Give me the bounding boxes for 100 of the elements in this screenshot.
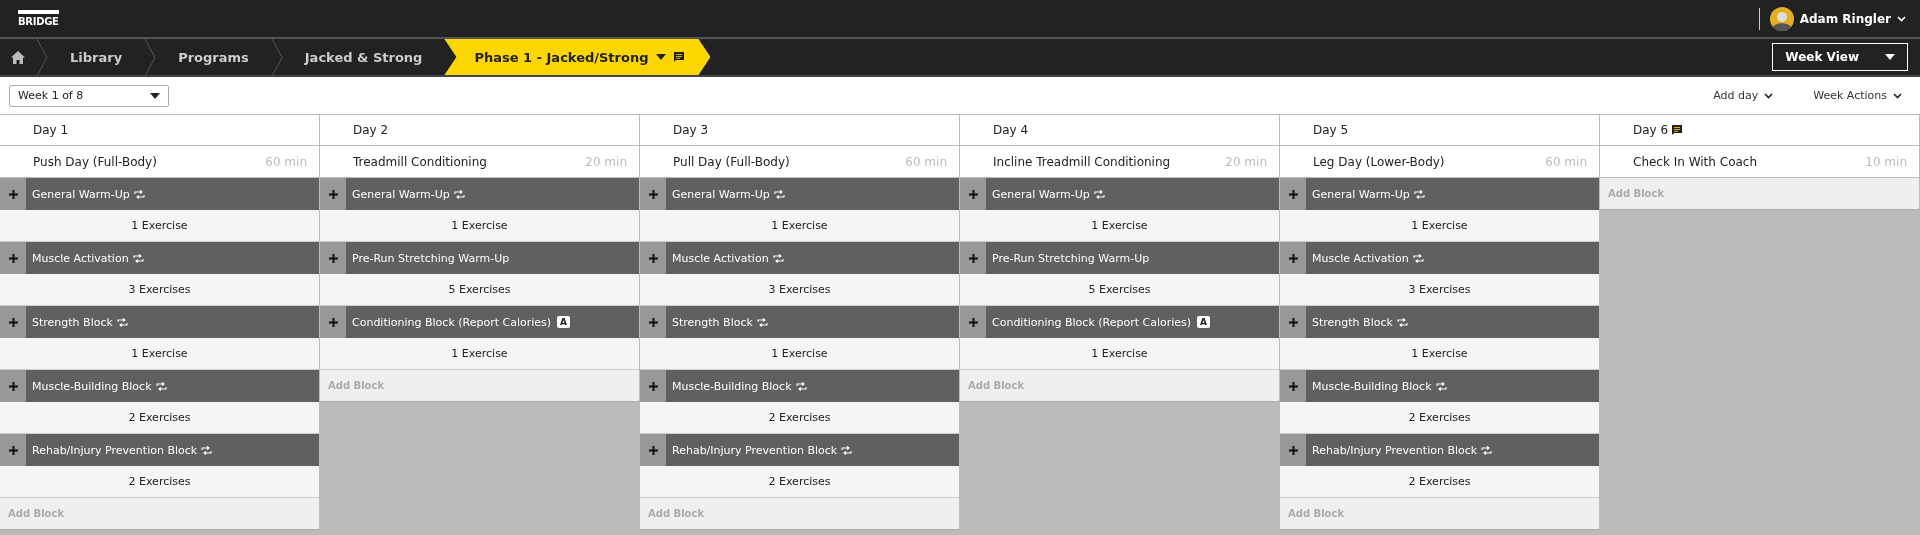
exercise-count: 1 Exercise — [960, 338, 1279, 370]
day-label: Day 5 — [1313, 123, 1349, 137]
block-title: General Warm-Up — [352, 187, 450, 201]
chevron-down-icon — [1764, 92, 1774, 99]
block-title: General Warm-Up — [32, 187, 130, 201]
exercise-count: 2 Exercises — [640, 466, 959, 498]
plus-icon — [1288, 253, 1298, 263]
plus-icon — [648, 253, 658, 263]
plus-icon — [648, 445, 658, 455]
home-icon — [11, 50, 25, 64]
add-button[interactable] — [640, 434, 666, 466]
week-select[interactable]: Week 1 of 8 — [9, 84, 169, 107]
workout-name: Leg Day (Lower-Body) — [1313, 154, 1445, 169]
repeat-icon — [1413, 189, 1425, 199]
action-menu[interactable]: Week Actions — [1807, 88, 1908, 103]
add-button[interactable] — [320, 178, 346, 210]
day-label: Day 3 — [673, 123, 709, 137]
action-menu[interactable]: Add day — [1707, 88, 1780, 103]
plus-icon — [328, 317, 338, 327]
exercise-count: 3 Exercises — [0, 274, 319, 306]
day-label: Day 1 — [33, 123, 69, 137]
exercise-count: 2 Exercises — [0, 466, 319, 498]
exercise-count: 1 Exercise — [640, 210, 959, 242]
plus-icon — [8, 445, 18, 455]
add-button[interactable] — [960, 178, 986, 210]
workout-name: Check In With Coach — [1633, 154, 1758, 169]
block-title: Strength Block — [1312, 315, 1393, 329]
breadcrumb[interactable]: Library — [48, 39, 145, 75]
caret-icon — [656, 54, 667, 60]
exercise-count: 1 Exercise — [0, 210, 319, 242]
block-title: Pre-Run Stretching Warm-Up — [352, 251, 510, 265]
repeat-icon — [772, 253, 784, 263]
repeat-icon — [1396, 317, 1408, 327]
plus-icon — [1288, 381, 1298, 391]
add-button[interactable] — [960, 242, 986, 274]
duration: 60 min — [905, 154, 947, 169]
bridge-logo: BRIDGE — [18, 10, 59, 27]
exercise-count: 3 Exercises — [640, 274, 959, 306]
block-title: General Warm-Up — [672, 187, 770, 201]
duration: 20 min — [585, 154, 627, 169]
add-button[interactable] — [320, 242, 346, 274]
plus-icon — [648, 317, 658, 327]
block-title: Conditioning Block (Report Calories) — [352, 315, 552, 329]
breadcrumb[interactable]: Phase 1 - Jacked/Strong — [444, 39, 711, 75]
add-button[interactable] — [640, 242, 666, 274]
plus-icon — [8, 381, 18, 391]
add-button[interactable] — [0, 242, 26, 274]
add-button[interactable] — [1280, 434, 1306, 466]
exercise-count: 2 Exercises — [1280, 466, 1599, 498]
block-title: Strength Block — [32, 315, 113, 329]
plus-icon — [968, 253, 978, 263]
add-button[interactable] — [640, 178, 666, 210]
exercise-count: 1 Exercise — [640, 338, 959, 370]
add-button[interactable] — [0, 178, 26, 210]
repeat-icon — [1435, 381, 1447, 391]
add-button[interactable] — [640, 306, 666, 338]
exercise-count: 1 Exercise — [960, 210, 1279, 242]
view-select[interactable]: Week View — [1772, 43, 1908, 71]
add-button[interactable] — [1280, 242, 1306, 274]
block-title: Rehab/Injury Prevention Block — [672, 443, 838, 457]
repeat-icon — [1481, 445, 1493, 455]
plus-icon — [328, 189, 338, 199]
block-title: Muscle Activation — [1312, 251, 1409, 265]
plus-icon — [1288, 189, 1298, 199]
add-button[interactable] — [960, 306, 986, 338]
chevron-down-icon — [1893, 92, 1902, 99]
add-button[interactable] — [0, 434, 26, 466]
block-title: Conditioning Block (Report Calories) — [992, 315, 1192, 329]
exercise-count: 1 Exercise — [320, 210, 639, 242]
comment-icon — [674, 52, 685, 62]
workout-name: Push Day (Full-Body) — [33, 154, 157, 169]
block-title: Muscle-Building Block — [32, 379, 152, 393]
breadcrumb[interactable]: Programs — [156, 39, 271, 75]
add-button[interactable] — [0, 370, 26, 402]
plus-icon — [648, 189, 658, 199]
repeat-icon — [756, 317, 768, 327]
add-button[interactable] — [1280, 178, 1306, 210]
repeat-icon — [155, 381, 167, 391]
add-button[interactable] — [1280, 370, 1306, 402]
add-button[interactable] — [0, 306, 26, 338]
add-button[interactable] — [320, 306, 346, 338]
exercise-count: 2 Exercises — [0, 402, 319, 434]
plus-icon — [1288, 317, 1298, 327]
repeat-icon — [116, 317, 128, 327]
exercise-count: 1 Exercise — [1280, 210, 1599, 242]
user-menu[interactable]: Adam Ringler — [1769, 6, 1920, 31]
exercise-count: 1 Exercise — [1280, 338, 1599, 370]
add-button[interactable] — [1280, 306, 1306, 338]
add-button[interactable] — [640, 370, 666, 402]
auto-badge: A — [557, 316, 571, 328]
repeat-icon — [201, 445, 213, 455]
exercise-count: 1 Exercise — [0, 338, 319, 370]
day-label: Day 6 — [1633, 123, 1669, 137]
block-title: Muscle-Building Block — [672, 379, 792, 393]
day-label: Day 4 — [993, 123, 1029, 137]
block-title: Pre-Run Stretching Warm-Up — [992, 251, 1150, 265]
block-title: Muscle-Building Block — [1312, 379, 1432, 393]
breadcrumb[interactable]: Jacked & Strong — [282, 39, 445, 75]
block-title: Rehab/Injury Prevention Block — [32, 443, 198, 457]
block-title: Rehab/Injury Prevention Block — [1312, 443, 1478, 457]
